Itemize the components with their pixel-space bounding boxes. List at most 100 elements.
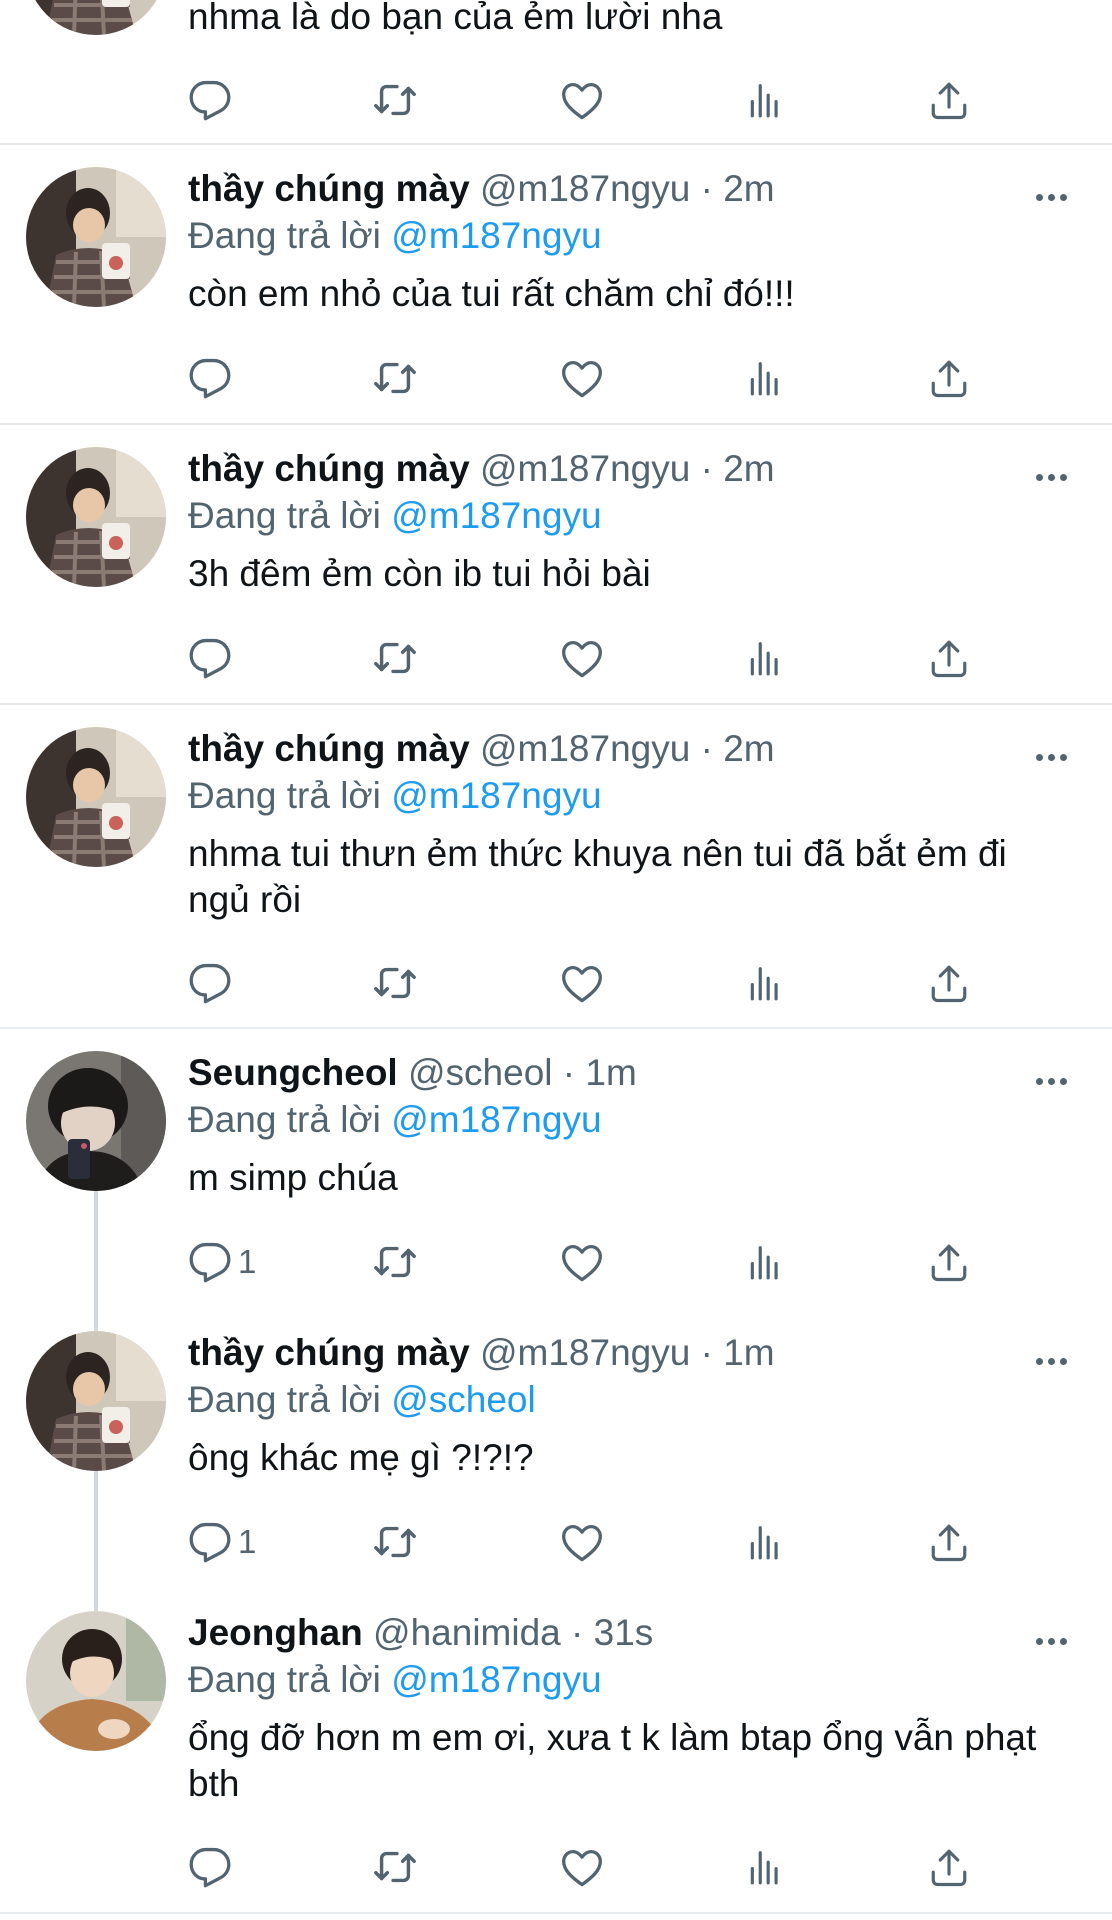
timestamp[interactable]: · 2m — [701, 728, 775, 769]
share-button[interactable] — [928, 1842, 970, 1892]
share-button[interactable] — [928, 958, 970, 1008]
reply-button[interactable] — [188, 1842, 232, 1892]
like-icon — [560, 961, 604, 1005]
analytics-button[interactable] — [746, 1517, 784, 1567]
mention-link[interactable]: @m187ngyu — [391, 1659, 601, 1700]
handle[interactable]: @hanimida — [373, 1612, 561, 1653]
retweet-button[interactable] — [372, 633, 418, 683]
analytics-button[interactable] — [746, 1237, 784, 1287]
analytics-icon — [746, 78, 784, 122]
more-icon[interactable] — [1036, 748, 1072, 761]
like-button[interactable] — [560, 633, 604, 683]
timestamp[interactable]: · 1m — [701, 1332, 775, 1373]
replying-to-label: Đang trả lời — [188, 775, 381, 816]
reply-icon — [188, 1520, 232, 1564]
retweet-button[interactable] — [372, 1842, 418, 1892]
tweet[interactable]: thầy chúng mày @m187ngyu · 2m Đang trả l… — [0, 145, 1112, 423]
retweet-button[interactable] — [372, 958, 418, 1008]
timestamp[interactable]: · 1m — [563, 1052, 637, 1093]
analytics-button[interactable] — [746, 1842, 784, 1892]
handle[interactable]: @m187ngyu — [480, 168, 690, 209]
more-icon[interactable] — [1036, 1072, 1072, 1085]
retweet-button[interactable] — [372, 353, 418, 403]
timestamp[interactable]: · 2m — [701, 448, 775, 489]
tweet[interactable]: thầy chúng mày @m187ngyu · 2m Đang trả l… — [0, 425, 1112, 703]
more-icon[interactable] — [1036, 1632, 1072, 1645]
retweet-icon — [372, 635, 418, 681]
retweet-button[interactable] — [372, 75, 418, 125]
handle[interactable]: @m187ngyu — [480, 1332, 690, 1373]
like-button[interactable] — [560, 958, 604, 1008]
reply-button[interactable]: 1 — [188, 1517, 256, 1567]
more-icon[interactable] — [1036, 468, 1072, 481]
display-name[interactable]: thầy chúng mày — [188, 168, 470, 209]
like-button[interactable] — [560, 1517, 604, 1567]
like-button[interactable] — [560, 1842, 604, 1892]
share-button[interactable] — [928, 353, 970, 403]
display-name[interactable]: thầy chúng mày — [188, 728, 470, 769]
tweet[interactable]: Seungcheol @scheol · 1m Đang trả lời @m1… — [0, 1029, 1112, 1309]
reply-button[interactable] — [188, 633, 232, 683]
avatar[interactable] — [26, 1331, 166, 1471]
avatar[interactable] — [26, 1611, 166, 1751]
timestamp[interactable]: · 31s — [571, 1612, 653, 1653]
like-button[interactable] — [560, 1237, 604, 1287]
share-icon — [928, 356, 970, 400]
reply-button[interactable] — [188, 958, 232, 1008]
retweet-icon — [372, 960, 418, 1006]
reply-icon — [188, 1240, 232, 1284]
retweet-button[interactable] — [372, 1237, 418, 1287]
display-name[interactable]: thầy chúng mày — [188, 448, 470, 489]
display-name[interactable]: thầy chúng mày — [188, 1332, 470, 1373]
retweet-button[interactable] — [372, 1517, 418, 1567]
analytics-icon — [746, 356, 784, 400]
handle[interactable]: @m187ngyu — [480, 728, 690, 769]
tweet-header: thầy chúng mày @m187ngyu · 2m — [188, 447, 1072, 491]
avatar[interactable] — [26, 167, 166, 307]
display-name[interactable]: Jeonghan — [188, 1612, 363, 1653]
tweet-header: thầy chúng mày @m187ngyu · 1m — [188, 1331, 1072, 1375]
share-icon — [928, 636, 970, 680]
handle[interactable]: @scheol — [408, 1052, 553, 1093]
share-button[interactable] — [928, 633, 970, 683]
analytics-button[interactable] — [746, 958, 784, 1008]
share-button[interactable] — [928, 75, 970, 125]
avatar[interactable] — [26, 0, 166, 35]
analytics-button[interactable] — [746, 633, 784, 683]
more-icon[interactable] — [1036, 188, 1072, 201]
mention-link[interactable]: @m187ngyu — [391, 215, 601, 256]
tweet-actions — [0, 75, 1112, 125]
mention-link[interactable]: @m187ngyu — [391, 495, 601, 536]
share-icon — [928, 1520, 970, 1564]
tweet-header: Jeonghan @hanimida · 31s — [188, 1611, 1072, 1655]
tweet-text: nhma tui thưn ẻm thức khuya nên tui đã b… — [188, 833, 1007, 920]
avatar[interactable] — [26, 1051, 166, 1191]
more-icon[interactable] — [1036, 1352, 1072, 1365]
share-button[interactable] — [928, 1517, 970, 1567]
analytics-button[interactable] — [746, 353, 784, 403]
tweet[interactable]: thầy chúng mày @m187ngyu · 2m Đang trả l… — [0, 705, 1112, 1027]
tweet[interactable]: Jeonghan @hanimida · 31s Đang trả lời @m… — [0, 1589, 1112, 1911]
retweet-icon — [372, 1519, 418, 1565]
reply-button[interactable]: 1 — [188, 1237, 256, 1287]
avatar[interactable] — [26, 727, 166, 867]
reply-button[interactable] — [188, 353, 232, 403]
tweet-partial-top[interactable]: nhma là do bạn của ẻm lười nha — [0, 0, 1112, 143]
like-icon — [560, 356, 604, 400]
mention-link[interactable]: @m187ngyu — [391, 1099, 601, 1140]
share-button[interactable] — [928, 1237, 970, 1287]
analytics-button[interactable] — [746, 75, 784, 125]
share-icon — [928, 1845, 970, 1889]
like-button[interactable] — [560, 75, 604, 125]
timestamp[interactable]: · 2m — [701, 168, 775, 209]
replying-to: Đang trả lời @scheol — [188, 1377, 1072, 1423]
reply-button[interactable] — [188, 75, 232, 125]
like-button[interactable] — [560, 353, 604, 403]
tweet-text: 3h đêm ẻm còn ib tui hỏi bài — [188, 553, 651, 594]
display-name[interactable]: Seungcheol — [188, 1052, 398, 1093]
mention-link[interactable]: @scheol — [391, 1379, 536, 1420]
handle[interactable]: @m187ngyu — [480, 448, 690, 489]
mention-link[interactable]: @m187ngyu — [391, 775, 601, 816]
tweet[interactable]: thầy chúng mày @m187ngyu · 1m Đang trả l… — [0, 1309, 1112, 1589]
avatar[interactable] — [26, 447, 166, 587]
